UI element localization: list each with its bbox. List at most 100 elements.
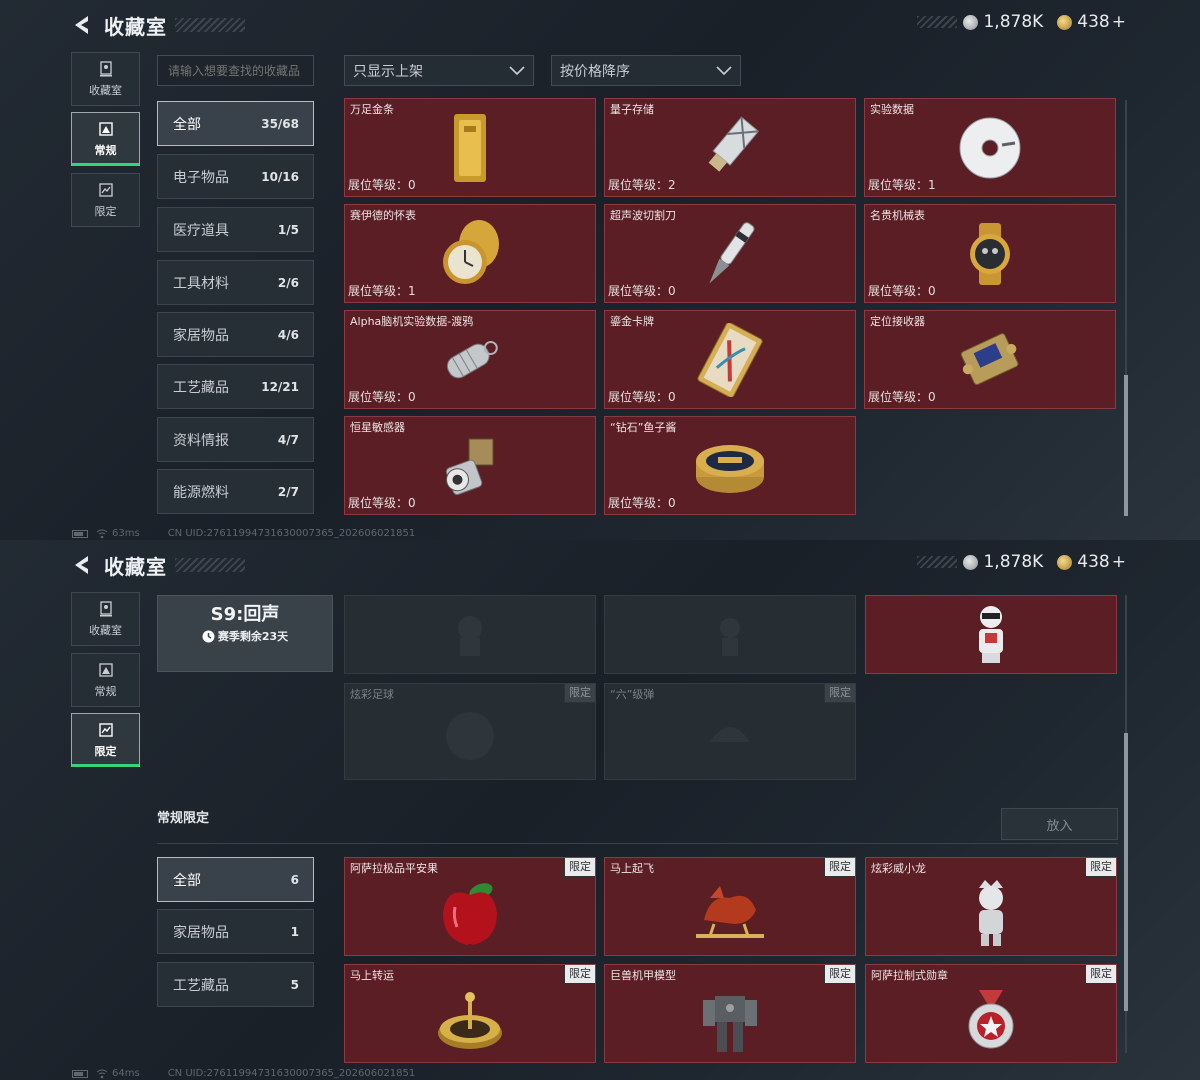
add-gold-button[interactable]: + (1112, 552, 1126, 572)
item-card[interactable]: 超声波切割刀 展位等级：0 (604, 204, 856, 303)
chevron-down-icon (509, 65, 525, 75)
receiver-icon (960, 332, 1019, 385)
football-icon (446, 711, 494, 760)
silver-amount: 1,878K (983, 552, 1044, 572)
status-bar: 64ms CN UID:27611994731630007365_2026060… (72, 1068, 423, 1079)
limited-icon (98, 722, 113, 737)
gold-coin-icon (1057, 14, 1073, 30)
dj-figure-icon (979, 605, 1003, 663)
item-card[interactable]: 量子存储 展位等级：2 (604, 98, 856, 197)
item-card[interactable]: 名贵机械表 展位等级：0 (864, 204, 1116, 303)
locked-item-card[interactable] (604, 595, 856, 674)
category-energy[interactable]: 能源燃料 2/7 (157, 469, 314, 514)
collection-screen-regular: 收藏室 1,878K 438 + 收藏室 常规 限定 只显示上架 按价格降序 全… (0, 0, 1200, 540)
gold-coin-icon (1057, 554, 1073, 570)
currency-bar: 1,878K 438 + (917, 12, 1126, 32)
collection-screen-limited: 收藏室 1,878K 438 + 收藏室 常规 限定 S9:回声 赛季剩余23天 (0, 540, 1200, 1080)
fortune-spinner-icon (438, 991, 502, 1049)
season-panel[interactable]: S9:回声 赛季剩余23天 (157, 595, 333, 672)
add-gold-button[interactable]: + (1112, 12, 1126, 32)
nav-limited[interactable]: 限定 (71, 713, 140, 767)
category-tools[interactable]: 工具材料 2/6 (157, 260, 314, 305)
item-card[interactable]: 鎏金卡牌 展位等级：0 (604, 310, 856, 409)
title-decoration (175, 558, 245, 572)
item-card[interactable]: 赛伊德的怀表 展位等级：1 (344, 204, 596, 303)
item-card[interactable]: 阿萨拉极品平安果 限定 (344, 857, 596, 956)
data-capsule-icon (446, 340, 498, 378)
item-card[interactable]: “六”级弹 限定 (604, 683, 856, 780)
nav-collection-room[interactable]: 收藏室 (71, 592, 140, 646)
regular-icon (98, 121, 113, 136)
gold-amount: 438 (1077, 12, 1110, 32)
item-card[interactable]: 马上转运 限定 (344, 964, 596, 1063)
category-intel[interactable]: 资料情报 4/7 (157, 417, 314, 462)
wifi-icon (96, 1069, 108, 1078)
category-household[interactable]: 家居物品 1 (157, 909, 314, 954)
collection-room-icon (99, 600, 112, 616)
dragon-figure-icon (979, 879, 1003, 946)
nav-limited[interactable]: 限定 (71, 173, 140, 227)
gold-amount: 438 (1077, 552, 1110, 572)
item-card[interactable] (865, 595, 1117, 674)
nav-regular[interactable]: 常规 (71, 653, 140, 707)
locked-figure-icon (458, 615, 482, 656)
wifi-icon (96, 529, 108, 538)
quantum-storage-icon (708, 115, 760, 172)
item-card[interactable]: 定位接收器 展位等级：0 (864, 310, 1116, 409)
category-all[interactable]: 全部 6 (157, 857, 314, 902)
put-in-button[interactable]: 放入 (1001, 808, 1118, 840)
search-input[interactable] (157, 55, 314, 86)
filter-dropdown[interactable]: 只显示上架 (344, 55, 534, 86)
season-remaining: 赛季剩余23天 (217, 630, 289, 643)
locked-figure-icon (720, 617, 740, 656)
ultrasonic-cutter-icon (709, 221, 755, 283)
item-card[interactable]: 实验数据 展位等级：1 (864, 98, 1116, 197)
apple-icon (443, 882, 497, 945)
silver-coin-icon (963, 14, 979, 30)
back-arrow-icon[interactable] (70, 13, 94, 37)
category-household[interactable]: 家居物品 4/6 (157, 312, 314, 357)
category-crafts[interactable]: 工艺藏品 12/21 (157, 364, 314, 409)
shell-icon (710, 726, 750, 742)
battery-icon (72, 1069, 88, 1078)
wristwatch-icon (970, 222, 1010, 285)
silver-coin-icon (963, 554, 979, 570)
caviar-tin-icon (696, 444, 764, 493)
limited-icon (98, 182, 113, 197)
medal-icon (968, 989, 1014, 1048)
header: 收藏室 (70, 10, 245, 40)
locked-item-card[interactable] (344, 595, 596, 674)
category-crafts[interactable]: 工艺藏品 5 (157, 962, 314, 1007)
collection-room-icon (99, 60, 112, 76)
clock-icon (202, 630, 215, 642)
item-card[interactable]: 万足金条 展位等级：0 (344, 98, 596, 197)
item-card[interactable]: 炫彩威小龙 限定 (865, 857, 1117, 956)
category-electronics[interactable]: 电子物品 10/16 (157, 154, 314, 199)
sort-dropdown[interactable]: 按价格降序 (551, 55, 741, 86)
gilded-card-icon (697, 322, 763, 397)
item-card[interactable]: 马上起飞 限定 (604, 857, 856, 956)
nav-regular[interactable]: 常规 (71, 112, 140, 166)
header: 收藏室 (70, 550, 245, 580)
divider (157, 843, 1118, 844)
item-card[interactable]: “钻石”鱼子酱 展位等级：0 (604, 416, 856, 515)
title-decoration (175, 18, 245, 32)
item-card[interactable]: 炫彩足球 限定 (344, 683, 596, 780)
status-bar: 63ms CN UID:276119947316300073​65_202606… (72, 528, 423, 539)
category-medical[interactable]: 医疗道具 1/5 (157, 207, 314, 252)
battery-icon (72, 529, 88, 538)
category-all[interactable]: 全部 35/68 (157, 101, 314, 146)
item-card[interactable]: Alpha脑机实验数据-渡鸦 展位等级：0 (344, 310, 596, 409)
scrollbar[interactable] (1124, 100, 1128, 516)
back-arrow-icon[interactable] (70, 553, 94, 577)
page-title: 收藏室 (104, 554, 167, 579)
section-title: 常规限定 (157, 811, 210, 826)
page-title: 收藏室 (104, 14, 167, 39)
mech-model-icon (703, 995, 757, 1052)
item-card[interactable]: 阿萨拉制式勋章 限定 (865, 964, 1117, 1063)
nav-collection-room[interactable]: 收藏室 (71, 52, 140, 106)
gold-bar-icon (454, 113, 486, 182)
scrollbar[interactable] (1124, 595, 1128, 1053)
item-card[interactable]: 恒星敏感器 展位等级：0 (344, 416, 596, 515)
item-card[interactable]: 巨兽机甲模型 限定 (604, 964, 856, 1063)
